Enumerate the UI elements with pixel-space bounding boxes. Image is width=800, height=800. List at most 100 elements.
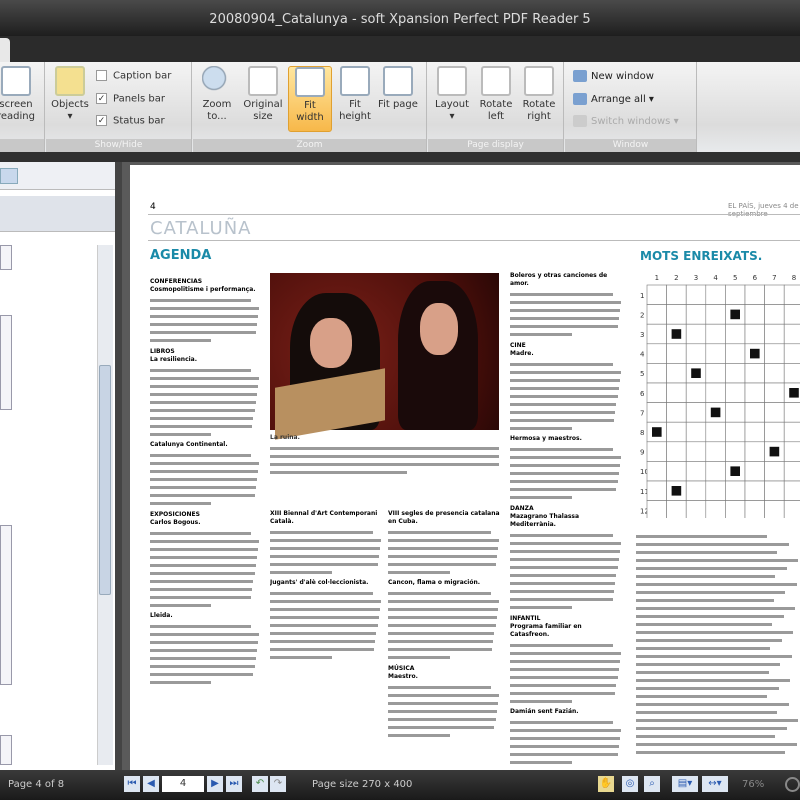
original-size-button[interactable]: Original size [241,66,285,123]
fit-dropdown[interactable]: ↔▾ [702,776,728,792]
panel-header [0,196,115,232]
select-tool-button[interactable]: ◎ [622,776,638,792]
column-subheading: DANZA [510,505,534,512]
crossword-cell [764,323,785,345]
panels-bar-checkbox[interactable]: ✓ Panels bar [96,93,165,105]
crossword-cell [646,402,667,423]
crossword-cell [705,461,726,482]
crossword-column-number: 8 [792,274,796,282]
zoom-out-icon[interactable] [785,777,800,792]
crossword-cell [764,480,785,501]
page-thumbnail[interactable] [0,735,12,765]
checkmark-icon: ✓ [96,93,107,104]
scrollbar-thumb[interactable] [99,365,111,595]
ribbon-group-page-display: Layout ▾ Rotate left Rotate right Page di… [428,62,564,152]
caption-bar-checkbox[interactable]: Caption bar [96,70,171,82]
page-number-input[interactable]: 4 [162,776,204,792]
crossword-cell [725,284,746,305]
zoom-to-button[interactable]: Zoom to... [195,66,239,123]
page-thumbnail[interactable] [0,315,12,410]
forward-button[interactable]: ↷ [270,776,286,792]
item-title: Lleida. [150,612,173,619]
fit-page-button[interactable]: Fit page [376,66,420,111]
ribbon-tab-active[interactable] [0,38,10,62]
checkmark-icon: ✓ [96,115,107,126]
crossword-cell [666,363,687,384]
crossword-cell [646,480,667,501]
item-title: Jugants' d'alè col·leccionista. [270,579,369,586]
crossword-cell [783,363,800,384]
crossword-cell [666,421,687,443]
screen-reading-button[interactable]: screen reading [0,66,44,123]
rotate-right-button[interactable]: Rotate right [517,66,561,123]
crossword-cell [744,382,765,403]
new-window-button[interactable]: New window [573,70,654,82]
first-page-button[interactable]: ⏮ [124,776,140,792]
crossword-cell [725,402,746,423]
hand-tool-button[interactable]: ✋ [598,776,614,792]
last-page-button[interactable]: ⏭ [226,776,242,792]
crossword-cell [725,480,746,501]
group-label: Zoom [193,139,426,152]
crossword-cell [783,500,800,518]
rotate-left-icon [481,66,511,96]
crossword-cell [705,421,726,443]
back-button[interactable]: ↶ [252,776,268,792]
ribbon-group-window: New window Arrange all ▾ Switch windows … [565,62,697,152]
crossword-cell [685,382,707,403]
fit-height-button[interactable]: Fit height [333,66,377,123]
crossword-column-number: 5 [733,274,737,282]
crossword-grid: 1234567812345678910111213 [640,274,800,518]
ribbon-group-reading: screen reading [0,62,45,152]
fit-height-icon [340,66,370,96]
crossword-cell [666,382,687,403]
crossword-row-number: 4 [640,351,645,359]
crossword-row-number: 5 [640,370,644,378]
crossword-cell [725,323,746,345]
rotate-left-button[interactable]: Rotate left [474,66,518,123]
objects-button[interactable]: Objects ▾ [48,66,92,123]
crossword-column-number: 7 [772,274,776,282]
crossword-cell [685,421,707,443]
status-bar-checkbox[interactable]: ✓ Status bar [96,115,165,127]
page-layout-dropdown[interactable]: ▤▾ [672,776,698,792]
crossword-cell [764,461,785,482]
fit-width-button[interactable]: Fit width [288,66,332,132]
crossword-cell [744,284,765,305]
item-title: Carlos Bogous. [150,519,201,526]
crossword-cell [783,323,800,345]
page-number: 4 [150,202,156,212]
item-title: Boleros y otras canciones de amor. [510,272,608,287]
next-page-button[interactable]: ▶ [207,776,223,792]
panel-icon[interactable] [0,168,18,184]
crossword-cell [764,284,785,305]
crossword-row-number: 6 [640,390,645,398]
layout-button[interactable]: Layout ▾ [430,66,474,123]
page-thumbnail[interactable] [0,525,12,685]
zoom-tool-button[interactable]: ⌕ [644,776,660,792]
crossword-cell [666,304,687,325]
crossword-cell [764,343,785,364]
column-subheading: CINE [510,342,526,349]
switch-windows-button[interactable]: Switch windows ▾ [573,115,679,127]
crossword-cell [764,304,785,325]
crossword-cell [783,343,800,364]
crossword-cell [646,323,667,345]
crossword-cell [666,441,687,462]
article-column: Boleros y otras canciones de amor. CINE Ma… [510,272,622,767]
crossword-cell [744,363,765,384]
crossword-cell [783,284,800,305]
crossword-cell [685,304,707,325]
layout-icon [437,66,467,96]
page-thumbnail[interactable] [0,245,12,270]
crossword-row-number: 1 [640,292,644,300]
previous-page-button[interactable]: ◀ [143,776,159,792]
crossword-cell [646,343,667,364]
item-title: Madre. [510,350,534,357]
page-header: EL PAÍS, jueves 4 de septiembre [728,202,799,218]
arrange-all-button[interactable]: Arrange all ▾ [573,93,654,105]
crossword-cell [783,441,800,462]
crossword-cell [744,461,765,482]
crossword-cell [744,500,765,518]
page-icon [248,66,278,96]
